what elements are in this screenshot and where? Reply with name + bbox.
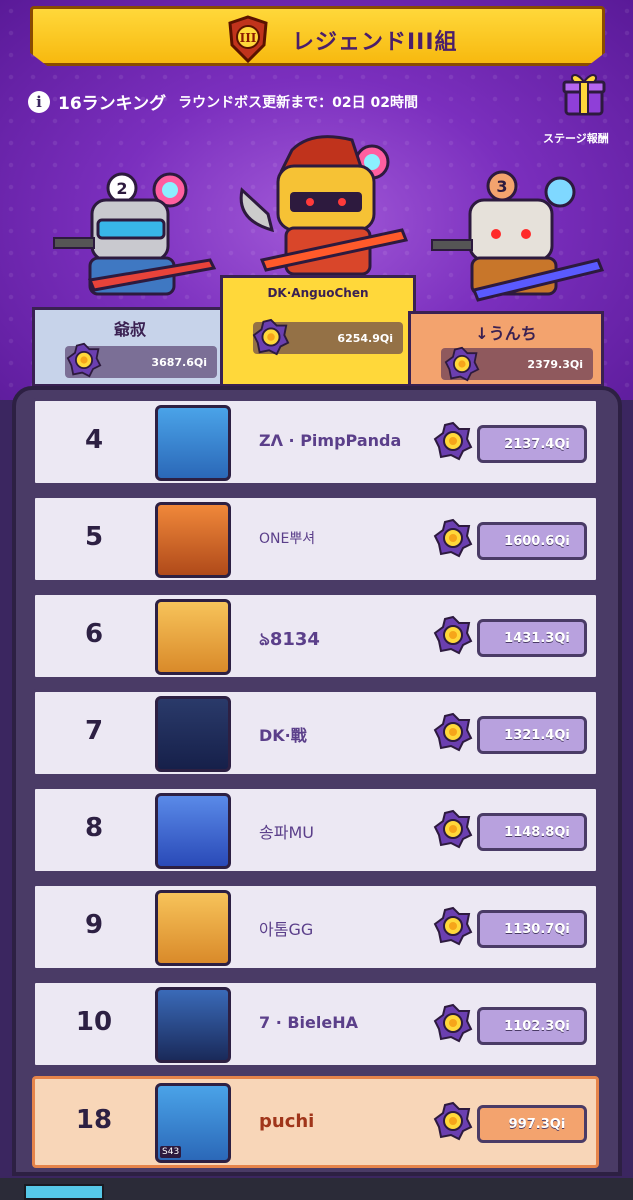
ranking-row[interactable]: 8 송파MU 1148.8Qi (32, 786, 599, 874)
ranking-row[interactable]: 6 ঌ8134 1431.3Qi (32, 592, 599, 680)
stage-reward-label[interactable]: ステージ報酬 (543, 130, 609, 146)
avatar[interactable] (155, 793, 231, 869)
league-shield-icon: III (228, 15, 268, 63)
my-avatar[interactable]: S43 (155, 1083, 231, 1163)
hero-rank-3[interactable]: 3 (430, 160, 605, 310)
coin-icon (433, 809, 473, 849)
podium-second-name: 爺叔 (113, 320, 146, 339)
coin-icon (433, 421, 473, 461)
coin-icon (433, 518, 473, 558)
gift-icon[interactable] (560, 70, 608, 118)
avatar[interactable] (155, 987, 231, 1063)
ranking-count: 16ランキング (58, 94, 167, 114)
info-icon[interactable]: i (28, 90, 50, 113)
player-score: 1431.3Qi (477, 619, 587, 657)
row-rank: 4 (84, 425, 104, 455)
avatar[interactable] (155, 599, 231, 675)
avatar[interactable] (155, 405, 231, 481)
player-score: 1130.7Qi (477, 910, 587, 948)
coin-icon (433, 1101, 473, 1141)
coin-icon (433, 615, 473, 655)
row-rank: 7 (84, 716, 104, 746)
player-score: 1102.3Qi (477, 1007, 587, 1045)
podium-third[interactable]: ↓うんち 2379.3Qi (408, 311, 604, 387)
player-name: 송파MU (259, 823, 314, 842)
coin-icon (433, 1003, 473, 1043)
boss-refresh-timer: ラウンドボス更新まで：02日 02時間 (178, 94, 418, 111)
coin-icon (433, 906, 473, 946)
player-name: ONE뿌셔 (259, 531, 316, 547)
coin-icon (66, 342, 102, 378)
my-ranking-row[interactable]: 18 S43 puchi 997.3Qi (32, 1076, 599, 1168)
coin-icon (444, 346, 480, 382)
avatar[interactable] (155, 502, 231, 578)
league-numeral: III (240, 31, 257, 45)
ranking-row[interactable]: 10 7 · BieleHA 1102.3Qi (32, 980, 599, 1068)
ranking-row[interactable]: 5 ONE뿌셔 1600.6Qi (32, 495, 599, 583)
hero-rank-1[interactable] (232, 130, 412, 290)
row-rank: 5 (84, 522, 104, 552)
player-name: ঌ8134 (259, 629, 320, 650)
player-score: 1321.4Qi (477, 716, 587, 754)
avatar[interactable] (155, 696, 231, 772)
row-rank: 9 (84, 910, 104, 940)
row-rank: 6 (84, 619, 104, 649)
player-name: DK·戰 (259, 726, 307, 745)
player-score: 2137.4Qi (477, 425, 587, 463)
hero-rank-2[interactable]: 2 (50, 160, 220, 310)
row-rank: 8 (84, 813, 104, 843)
player-name: ZΛ · PimpPanda (259, 431, 402, 450)
ranking-row[interactable]: 7 DK·戰 1321.4Qi (32, 689, 599, 777)
info-row: i 16ランキング ラウンドボス更新まで：02日 02時間 (28, 89, 418, 114)
podium-first[interactable]: DK·AnguoChen 6254.9Qi (220, 275, 416, 387)
row-rank: 10 (75, 1007, 113, 1037)
podium-third-name: ↓うんち (475, 324, 537, 343)
player-score: 1600.6Qi (477, 522, 587, 560)
my-player-name: puchi (259, 1111, 315, 1132)
podium-first-name: DK·AnguoChen (267, 286, 369, 300)
avatar-badge: S43 (160, 1146, 182, 1158)
hero-2-rank-number: 2 (116, 179, 127, 198)
hero-3-rank-number: 3 (496, 177, 507, 196)
coin-icon (252, 318, 290, 356)
ranking-row[interactable]: 9 아톰GG 1130.7Qi (32, 883, 599, 971)
podium-second[interactable]: 爺叔 3687.6Qi (32, 307, 228, 387)
my-score: 997.3Qi (477, 1105, 587, 1143)
avatar[interactable] (155, 890, 231, 966)
player-name: 아톰GG (259, 920, 314, 939)
player-score: 1148.8Qi (477, 813, 587, 851)
bottom-bar (0, 1178, 633, 1200)
coin-icon (433, 712, 473, 752)
bottom-tab[interactable] (24, 1184, 104, 1200)
ranking-row[interactable]: 4 ZΛ · PimpPanda 2137.4Qi (32, 398, 599, 486)
league-title: レジェンドIII組 (292, 30, 458, 55)
my-rank: 18 (75, 1105, 113, 1135)
player-name: 7 · BieleHA (259, 1013, 358, 1032)
